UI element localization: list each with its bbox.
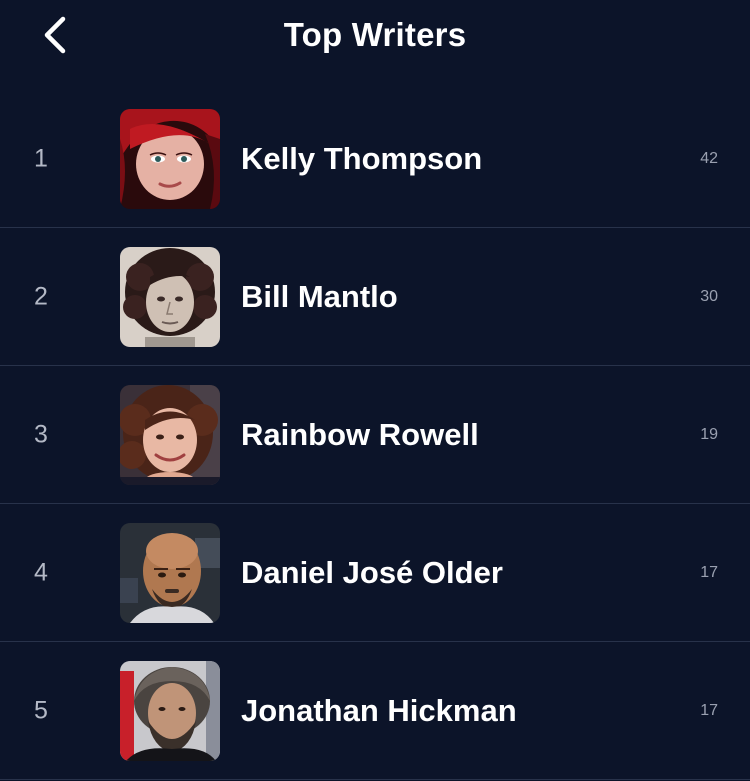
avatar — [120, 522, 220, 623]
issue-count: 42 — [700, 149, 718, 167]
avatar — [120, 108, 220, 209]
page-title: Top Writers — [283, 16, 467, 53]
writer-name: Jonathan Hickman — [241, 692, 517, 728]
rank-number: 4 — [34, 558, 48, 586]
writer-name: Daniel José Older — [241, 554, 503, 590]
writer-row-kelly-thompson[interactable]: 1 Kelly Thompson 42 — [0, 90, 750, 228]
avatar — [120, 246, 220, 347]
writer-name: Bill Mantlo — [241, 278, 398, 314]
writer-name: Rainbow Rowell — [241, 416, 479, 452]
issue-count: 30 — [700, 287, 718, 305]
top-bar: Top Writers — [0, 0, 750, 90]
avatar — [120, 384, 220, 485]
issue-count: 17 — [700, 563, 718, 581]
rank-number: 1 — [34, 144, 48, 172]
avatar — [120, 660, 220, 761]
issue-count: 17 — [700, 701, 718, 719]
rank-number: 3 — [34, 420, 48, 448]
writer-list: 1 Kelly Thompson 42 2 Bill Mantlo 30 3 R… — [0, 90, 750, 780]
writer-name: Kelly Thompson — [241, 140, 483, 176]
writer-row-jonathan-hickman[interactable]: 5 Jonathan Hickman 17 — [0, 642, 750, 780]
rank-number: 5 — [34, 696, 48, 724]
writer-row-rainbow-rowell[interactable]: 3 Rainbow Rowell 19 — [0, 366, 750, 504]
writer-row-daniel-jose-older[interactable]: 4 Daniel José Older 17 — [0, 504, 750, 642]
issue-count: 19 — [700, 425, 718, 443]
writer-row-bill-mantlo[interactable]: 2 Bill Mantlo 30 — [0, 228, 750, 366]
rank-number: 2 — [34, 282, 48, 310]
